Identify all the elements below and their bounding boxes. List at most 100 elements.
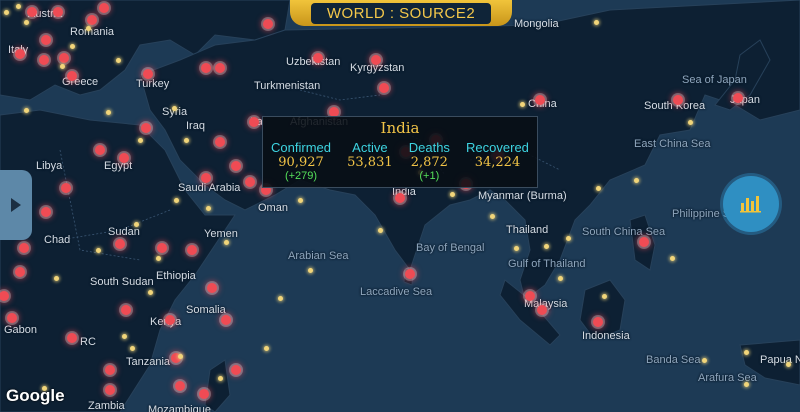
case-marker[interactable] [95, 145, 105, 155]
case-marker-small[interactable] [95, 247, 101, 253]
case-marker-small[interactable] [121, 333, 127, 339]
stats-chart-button[interactable] [723, 176, 779, 232]
case-marker[interactable] [371, 55, 381, 65]
case-marker-small[interactable] [557, 275, 563, 281]
case-marker[interactable] [41, 207, 51, 217]
map-canvas[interactable]: AustriaRomaniaItalyGreeceTurkeySyriaIraq… [0, 0, 800, 412]
case-marker[interactable] [165, 315, 175, 325]
case-marker[interactable] [15, 49, 25, 59]
case-marker[interactable] [143, 69, 153, 79]
case-marker-small[interactable] [177, 353, 183, 359]
case-marker-small[interactable] [217, 375, 223, 381]
case-marker-small[interactable] [377, 227, 383, 233]
case-marker-small[interactable] [307, 267, 313, 273]
case-marker[interactable] [157, 243, 167, 253]
case-marker-small[interactable] [15, 3, 21, 9]
side-panel-toggle[interactable] [0, 170, 32, 240]
case-marker[interactable] [525, 291, 535, 301]
case-marker[interactable] [535, 95, 545, 105]
case-marker-small[interactable] [173, 197, 179, 203]
case-marker-small[interactable] [115, 57, 121, 63]
case-marker-small[interactable] [59, 63, 65, 69]
case-marker[interactable] [39, 55, 49, 65]
case-marker-small[interactable] [601, 293, 607, 299]
case-marker[interactable] [187, 245, 197, 255]
case-marker[interactable] [121, 305, 131, 315]
case-marker[interactable] [67, 333, 77, 343]
case-marker[interactable] [105, 365, 115, 375]
case-marker[interactable] [119, 153, 129, 163]
case-marker-small[interactable] [53, 275, 59, 281]
case-marker[interactable] [537, 305, 547, 315]
case-marker-small[interactable] [297, 197, 303, 203]
case-marker[interactable] [199, 389, 209, 399]
case-marker-small[interactable] [593, 19, 599, 25]
case-marker[interactable] [215, 63, 225, 73]
case-marker[interactable] [395, 193, 405, 203]
case-marker[interactable] [87, 15, 97, 25]
case-marker[interactable] [221, 315, 231, 325]
case-marker-small[interactable] [105, 109, 111, 115]
case-marker[interactable] [231, 161, 241, 171]
case-marker-small[interactable] [633, 177, 639, 183]
case-marker[interactable] [61, 183, 71, 193]
case-marker[interactable] [733, 93, 743, 103]
case-marker-small[interactable] [743, 381, 749, 387]
case-marker[interactable] [201, 173, 211, 183]
case-marker-small[interactable] [85, 25, 91, 31]
case-marker[interactable] [639, 237, 649, 247]
case-marker-small[interactable] [785, 361, 791, 367]
case-marker-small[interactable] [669, 255, 675, 261]
case-marker-small[interactable] [543, 243, 549, 249]
case-marker-small[interactable] [129, 345, 135, 351]
case-marker-small[interactable] [513, 245, 519, 251]
case-marker-small[interactable] [155, 255, 161, 261]
case-marker-small[interactable] [147, 289, 153, 295]
case-marker[interactable] [673, 95, 683, 105]
case-marker-small[interactable] [743, 349, 749, 355]
case-marker-small[interactable] [263, 345, 269, 351]
case-marker[interactable] [115, 239, 125, 249]
case-marker[interactable] [215, 137, 225, 147]
case-marker[interactable] [141, 123, 151, 133]
case-marker-small[interactable] [133, 221, 139, 227]
case-marker[interactable] [53, 7, 63, 17]
case-marker[interactable] [27, 7, 37, 17]
case-marker[interactable] [379, 83, 389, 93]
case-marker[interactable] [263, 19, 273, 29]
case-marker[interactable] [59, 53, 69, 63]
case-marker[interactable] [19, 243, 29, 253]
case-marker-small[interactable] [205, 205, 211, 211]
case-marker[interactable] [201, 63, 211, 73]
case-marker[interactable] [105, 385, 115, 395]
case-marker[interactable] [7, 313, 17, 323]
case-marker-small[interactable] [69, 43, 75, 49]
case-marker-small[interactable] [137, 137, 143, 143]
case-marker-small[interactable] [687, 119, 693, 125]
case-marker-small[interactable] [23, 107, 29, 113]
case-marker[interactable] [41, 35, 51, 45]
source-banner[interactable]: WORLD : SOURCE2 [290, 0, 512, 26]
case-marker-small[interactable] [701, 357, 707, 363]
case-marker[interactable] [313, 53, 323, 63]
case-marker-small[interactable] [519, 101, 525, 107]
case-marker-small[interactable] [277, 295, 283, 301]
case-marker-small[interactable] [565, 235, 571, 241]
case-marker[interactable] [245, 177, 255, 187]
case-marker-small[interactable] [23, 19, 29, 25]
case-marker[interactable] [207, 283, 217, 293]
case-marker-small[interactable] [171, 105, 177, 111]
case-marker-small[interactable] [449, 191, 455, 197]
case-marker-small[interactable] [223, 239, 229, 245]
case-marker[interactable] [593, 317, 603, 327]
case-marker[interactable] [15, 267, 25, 277]
case-marker[interactable] [99, 3, 109, 13]
case-marker[interactable] [231, 365, 241, 375]
case-marker[interactable] [67, 71, 77, 81]
case-marker-small[interactable] [595, 185, 601, 191]
case-marker-small[interactable] [3, 9, 9, 15]
case-marker[interactable] [249, 117, 259, 127]
case-marker[interactable] [175, 381, 185, 391]
case-marker[interactable] [405, 269, 415, 279]
case-marker-small[interactable] [489, 213, 495, 219]
